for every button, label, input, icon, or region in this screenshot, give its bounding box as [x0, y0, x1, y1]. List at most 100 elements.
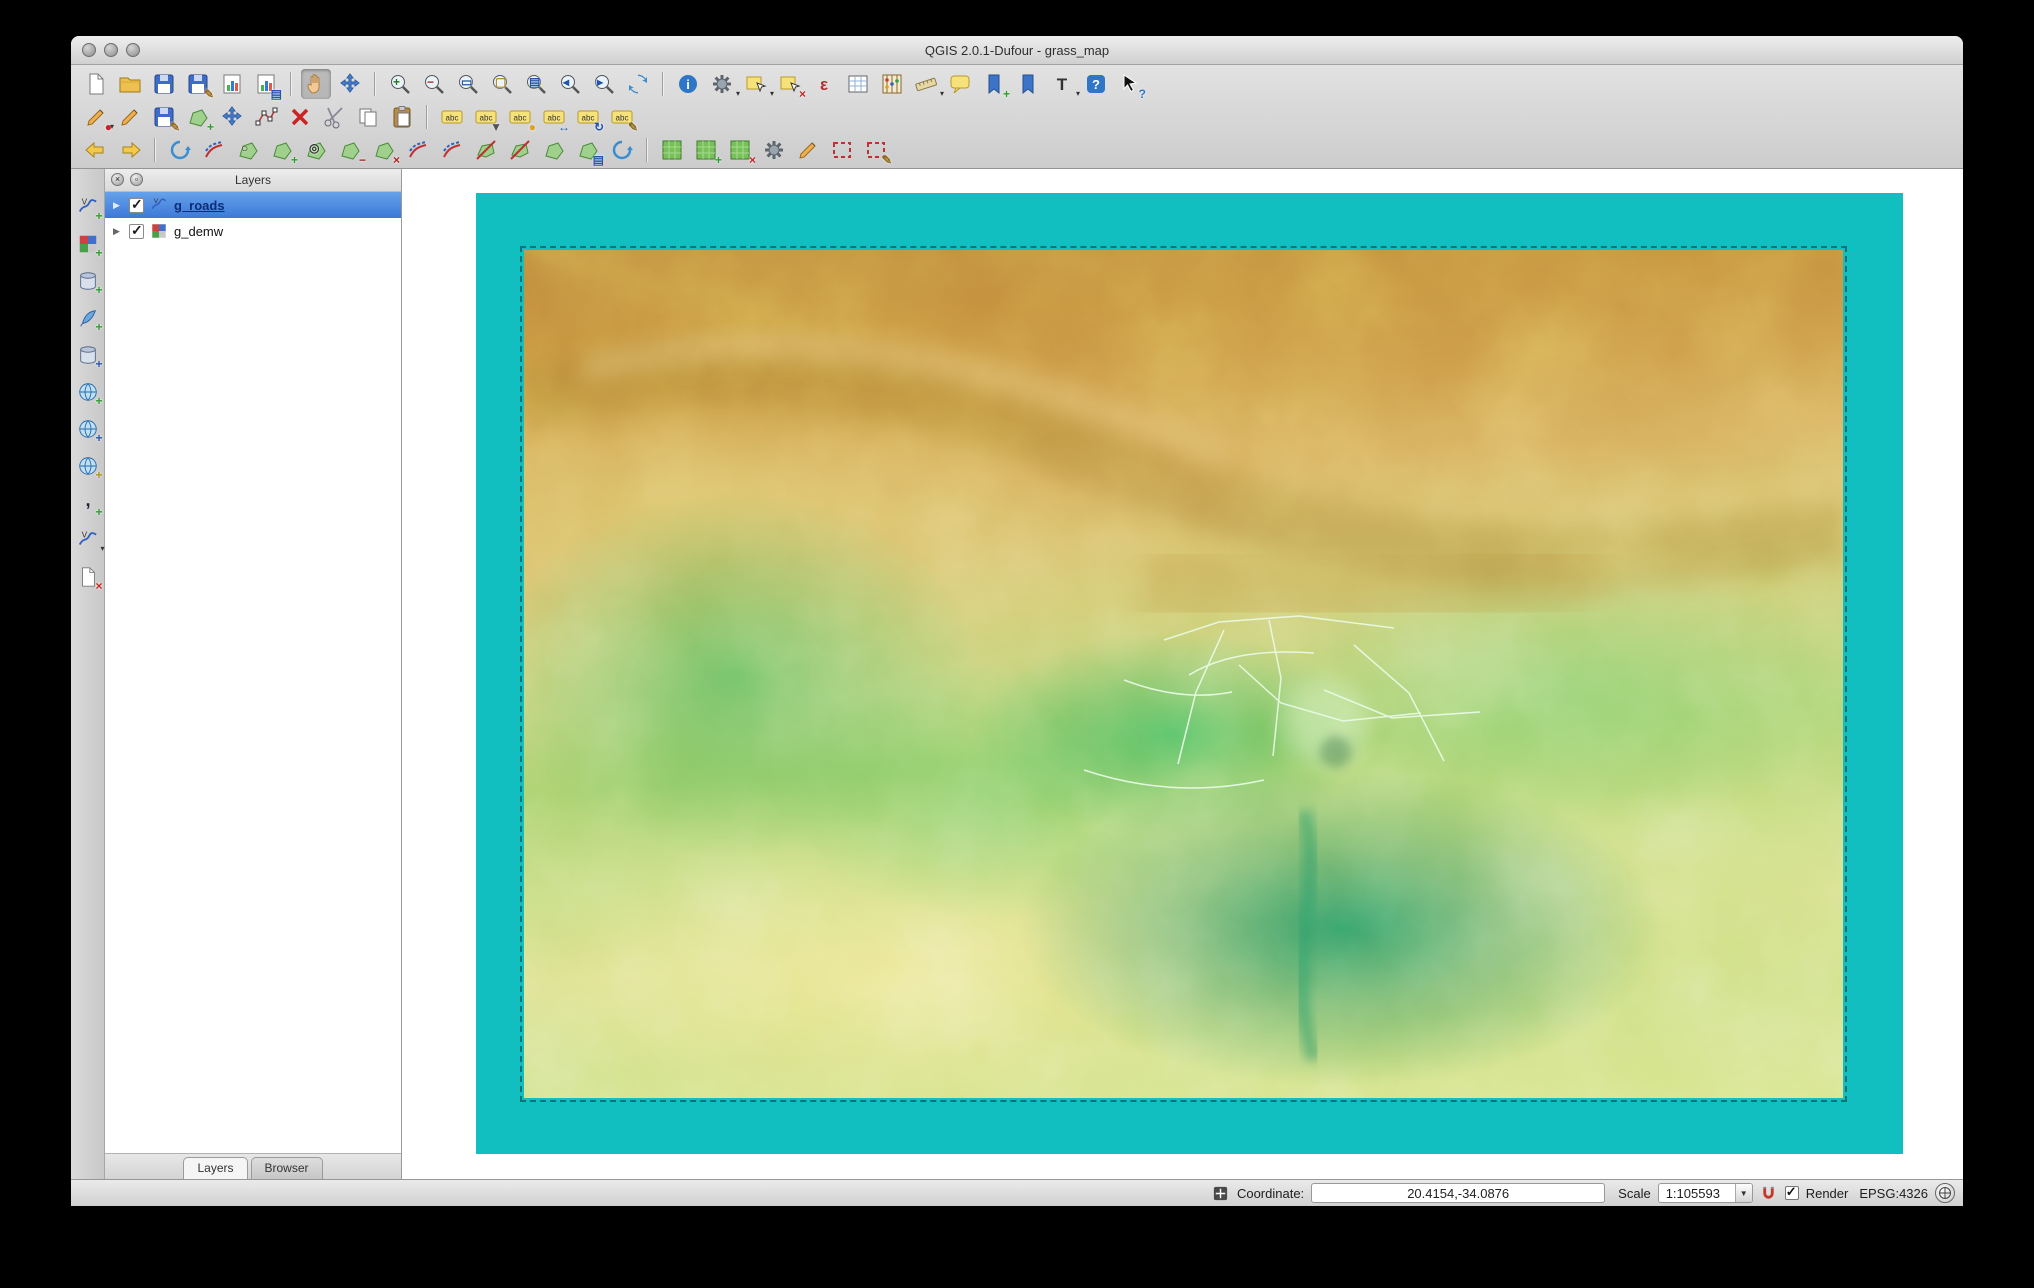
crs-projector-icon[interactable]	[1935, 1183, 1955, 1203]
layer-row[interactable]: ▶ g_demw	[105, 218, 401, 244]
add-vector-layer[interactable]: +	[74, 193, 103, 222]
show-bookmarks[interactable]	[1013, 69, 1043, 99]
composer-manager[interactable]: ▤	[251, 69, 282, 100]
zoom-next[interactable]: ▸	[589, 69, 619, 99]
reshape-features[interactable]	[403, 135, 433, 165]
split-parts[interactable]	[505, 135, 535, 165]
save-project-as[interactable]: ✎	[183, 69, 214, 100]
rotate-label[interactable]: ↻	[573, 102, 604, 133]
save-project[interactable]	[149, 69, 179, 99]
grass-display-region[interactable]	[827, 135, 857, 165]
save-layer-edits[interactable]: ✎	[149, 102, 180, 133]
panel-float-icon[interactable]: ▫	[130, 173, 143, 186]
layer-checkbox[interactable]	[129, 222, 144, 239]
select-by-expression[interactable]	[809, 69, 839, 99]
zoom-button[interactable]	[126, 43, 140, 57]
highlight-pinned-labels[interactable]: ●	[505, 102, 536, 133]
expand-arrow-icon[interactable]: ▶	[113, 226, 123, 237]
delete-selected[interactable]	[285, 102, 315, 132]
new-print-composer[interactable]	[217, 69, 247, 99]
pan-map-to-selection[interactable]	[335, 69, 365, 99]
new-bookmark[interactable]: +	[979, 69, 1010, 100]
layer-labeling-options[interactable]	[437, 102, 467, 132]
grass-new-mapset[interactable]: +	[691, 135, 722, 166]
current-edits[interactable]: ● ▾	[81, 102, 114, 133]
undo[interactable]	[81, 135, 111, 165]
add-mssql-layer[interactable]: +	[74, 341, 103, 370]
offset-curve[interactable]	[437, 135, 467, 165]
remove-layer[interactable]: ×	[74, 563, 103, 592]
run-feature-action[interactable]: ▾	[707, 69, 740, 99]
scale-combo[interactable]: 1:105593 ▼	[1657, 1183, 1753, 1203]
redo[interactable]	[115, 135, 145, 165]
add-postgis-layer[interactable]: +	[74, 267, 103, 296]
whats-this[interactable]: ?	[1115, 69, 1146, 100]
layer-checkbox[interactable]	[129, 196, 144, 213]
scale-lock-icon[interactable]	[1760, 1184, 1778, 1202]
add-wms-layer[interactable]: +	[74, 378, 103, 407]
add-feature[interactable]: +	[183, 102, 214, 133]
select-features[interactable]: ▾	[741, 69, 774, 99]
add-spatialite-layer[interactable]: +	[74, 304, 103, 333]
new-project[interactable]	[81, 69, 111, 99]
close-button[interactable]	[82, 43, 96, 57]
zoom-out[interactable]: −	[419, 69, 449, 99]
layer-row[interactable]: ▶ g_roads	[105, 192, 401, 218]
delete-part[interactable]: ×	[369, 135, 400, 166]
add-wcs-layer[interactable]: +	[74, 415, 103, 444]
cut-features[interactable]	[319, 102, 349, 132]
map-canvas[interactable]	[402, 169, 1963, 1179]
refresh-map[interactable]	[623, 69, 653, 99]
minimize-button[interactable]	[104, 43, 118, 57]
node-tool[interactable]	[251, 102, 281, 132]
grass-edit-region[interactable]: ✎	[861, 135, 892, 166]
zoom-full-extent[interactable]: ▭	[453, 69, 483, 99]
map-tips[interactable]	[945, 69, 975, 99]
change-label-properties[interactable]: ✎	[607, 102, 638, 133]
pin-unpin-labels[interactable]: ▼	[471, 102, 502, 133]
grass-tools[interactable]	[759, 135, 789, 165]
rotate-feature[interactable]	[165, 135, 195, 165]
move-feature[interactable]	[217, 102, 247, 132]
add-wfs-layer[interactable]: +	[74, 452, 103, 481]
extent-toggle-icon[interactable]	[1212, 1184, 1230, 1202]
field-calculator[interactable]	[877, 69, 907, 99]
open-project[interactable]	[115, 69, 145, 99]
pan-map[interactable]	[301, 68, 331, 99]
layers-panel-header[interactable]: × ▫ Layers	[105, 169, 401, 192]
panel-tab[interactable]: Layers	[183, 1157, 248, 1179]
add-delimited-text-layer[interactable]: +	[74, 489, 103, 518]
panel-close-icon[interactable]: ×	[111, 173, 124, 186]
merge-feature-attributes[interactable]: ▤	[573, 135, 604, 166]
move-label[interactable]: ↔	[539, 102, 570, 133]
copy-features[interactable]	[353, 102, 383, 132]
merge-selected-features[interactable]	[539, 135, 569, 165]
new-shapefile-layer[interactable]: ▾	[74, 526, 105, 554]
add-part[interactable]: +	[267, 135, 298, 166]
rotate-point-symbols[interactable]	[607, 135, 637, 165]
grass-open-mapset[interactable]	[657, 135, 687, 165]
zoom-to-selection[interactable]: ▢	[487, 69, 517, 99]
grass-close-mapset[interactable]: ×	[725, 135, 756, 166]
open-attribute-table[interactable]	[843, 69, 873, 99]
chevron-down-icon[interactable]: ▼	[1734, 1184, 1752, 1202]
title-bar[interactable]: QGIS 2.0.1-Dufour - grass_map	[71, 36, 1963, 65]
add-raster-layer[interactable]: +	[74, 230, 103, 259]
split-features[interactable]	[471, 135, 501, 165]
simplify-feature[interactable]	[199, 135, 229, 165]
identify-features[interactable]	[673, 69, 703, 99]
measure-line[interactable]: ▾	[911, 69, 944, 99]
zoom-in[interactable]: +	[385, 69, 415, 99]
expand-arrow-icon[interactable]: ▶	[113, 200, 123, 211]
delete-ring[interactable]: −	[335, 135, 366, 166]
grass-edit-vector[interactable]	[793, 135, 823, 165]
fill-ring[interactable]: ◎	[301, 135, 331, 165]
render-checkbox[interactable]	[1784, 1184, 1799, 1200]
zoom-to-layer[interactable]: ▤	[521, 69, 551, 99]
help[interactable]	[1081, 69, 1111, 99]
panel-tab[interactable]: Browser	[250, 1157, 323, 1179]
text-annotation[interactable]: ▾	[1047, 69, 1080, 99]
coordinate-input[interactable]	[1311, 1183, 1606, 1203]
paste-features[interactable]	[387, 102, 417, 132]
toggle-editing[interactable]	[115, 102, 145, 132]
